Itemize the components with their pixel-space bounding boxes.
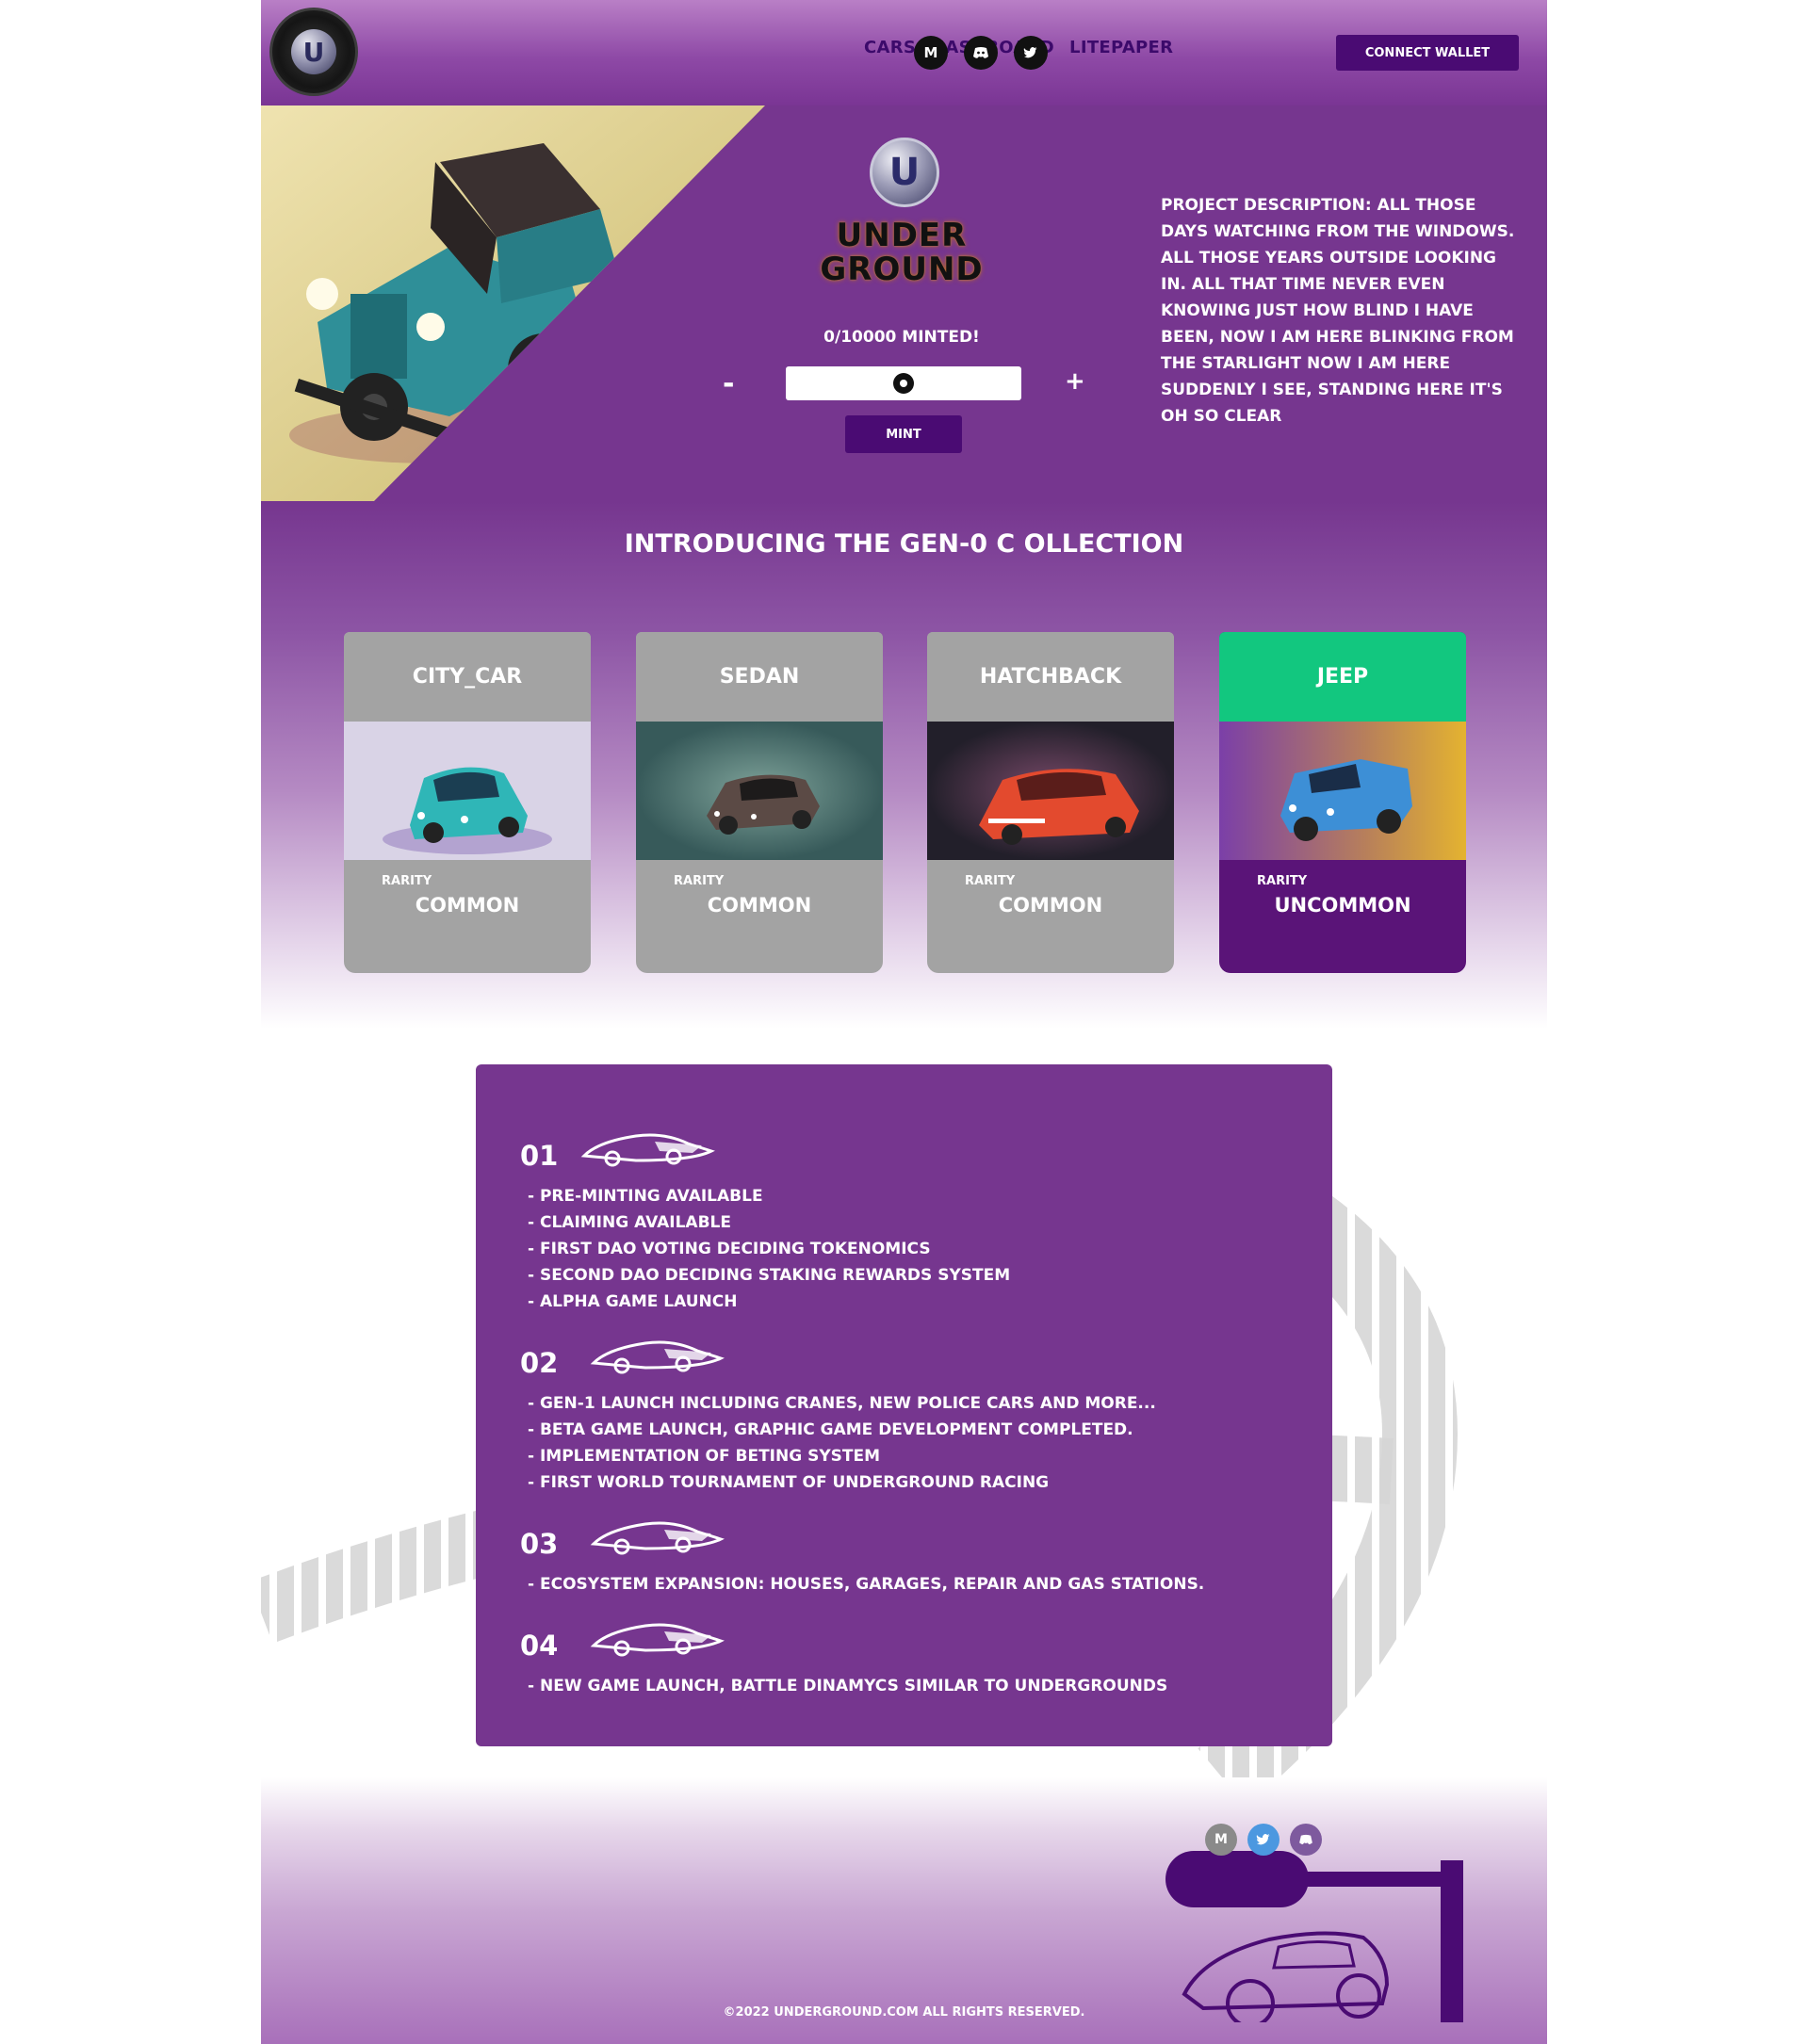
phase-item: - FIRST DAO VOTING DECIDING TOKENOMICS [528, 1240, 931, 1258]
phase-items: - GEN-1 LAUNCH INCLUDING CRANES, NEW POL… [528, 1390, 1156, 1496]
phase-item: - PRE-MINTING AVAILABLE [528, 1187, 763, 1206]
phase-number: 01 [520, 1140, 559, 1172]
mint-button[interactable]: MINT [845, 415, 962, 453]
race-car-icon [590, 1623, 725, 1657]
card-title: HATCHBACK [927, 632, 1174, 722]
footer-twitter-glyph [1256, 1834, 1270, 1845]
rarity-value: COMMON [998, 894, 1103, 917]
twitter-glyph [1023, 47, 1037, 58]
copyright-text: ©2022 UNDERGROUND.COM ALL RIGHTS RESERVE… [723, 2005, 1085, 2020]
collection-section: INTRODUCING THE GEN-0 C OLLECTION CITY_C… [261, 501, 1547, 1029]
footer-twitter-icon[interactable] [1247, 1824, 1280, 1856]
phase-number: 02 [520, 1347, 559, 1379]
medium-glyph: M [923, 44, 938, 61]
race-car-icon [590, 1340, 725, 1374]
collection-title: INTRODUCING THE GEN-0 C OLLECTION [624, 529, 1184, 559]
connect-wallet-button[interactable]: CONNECT WALLET [1336, 35, 1519, 71]
phase-item: - IMPLEMENTATION OF BETING SYSTEM [528, 1447, 881, 1466]
phase-item: - CLAIMING AVAILABLE [528, 1213, 731, 1232]
discord-glyph [973, 47, 988, 58]
rarity-value: COMMON [415, 894, 520, 917]
discord-icon[interactable] [964, 36, 998, 70]
phase-item: - NEW GAME LAUNCH, BATTLE DINAMYCS SIMIL… [528, 1677, 1168, 1695]
hero-section: U UNDER GROUND 0/10000 MINTED! - + MINT … [261, 105, 1547, 501]
phase-items: - NEW GAME LAUNCH, BATTLE DINAMYCS SIMIL… [528, 1673, 1167, 1699]
phase-item: - ALPHA GAME LAUNCH [528, 1292, 738, 1311]
rarity-label: RARITY [1257, 874, 1308, 888]
medium-icon[interactable]: M [914, 36, 948, 70]
footer-medium-icon[interactable]: M [1205, 1824, 1237, 1856]
brand-wordmark: UNDER GROUND [807, 219, 996, 286]
phase-items: - PRE-MINTING AVAILABLE - CLAIMING AVAIL… [528, 1183, 1010, 1315]
site-logo[interactable]: U [269, 8, 358, 96]
brand-word-ground: GROUND [820, 251, 984, 288]
phase-item: - BETA GAME LAUNCH, GRAPHIC GAME DEVELOP… [528, 1420, 1133, 1439]
race-car-icon [590, 1521, 725, 1555]
logo-emblem: U [291, 29, 336, 74]
car-card-city-car[interactable]: CITY_CAR RARITY COMMON [344, 632, 591, 973]
brand-emblem: U [870, 138, 939, 207]
phase-item: - GEN-1 LAUNCH INCLUDING CRANES, NEW POL… [528, 1394, 1156, 1413]
twitter-icon[interactable] [1014, 36, 1048, 70]
phase-number: 04 [520, 1630, 559, 1662]
phase-item: - ECOSYSTEM EXPANSION: HOUSES, GARAGES, … [528, 1575, 1205, 1594]
project-description: PROJECT DESCRIPTION: ALL THOSE DAYS WATC… [1161, 196, 1515, 426]
footer-discord-glyph [1299, 1834, 1312, 1844]
quantity-indicator [893, 373, 914, 394]
minted-counter: 0/10000 MINTED! [823, 328, 980, 347]
car-image [636, 722, 883, 860]
hero-car-image [261, 105, 765, 501]
car-image [344, 722, 591, 860]
phase-number: 03 [520, 1528, 559, 1560]
car-card-hatchback[interactable]: HATCHBACK RARITY COMMON [927, 632, 1174, 973]
card-title: CITY_CAR [344, 632, 591, 722]
decrement-button[interactable]: - [723, 367, 734, 400]
card-title: SEDAN [636, 632, 883, 722]
brand-word-under: UNDER [836, 217, 968, 254]
phase-item: - SECOND DAO DECIDING STAKING REWARDS SY… [528, 1266, 1011, 1285]
mint-quantity-field[interactable] [786, 366, 1021, 400]
page: U CARS DASHBOARD LITEPAPER M CONNECT WAL… [261, 0, 1547, 2044]
rarity-label: RARITY [382, 874, 432, 888]
nav-cars[interactable]: CARS [864, 38, 916, 57]
rarity-label: RARITY [674, 874, 725, 888]
header: U CARS DASHBOARD LITEPAPER M CONNECT WAL… [261, 0, 1547, 105]
car-card-jeep[interactable]: JEEP RARITY UNCOMMON [1219, 632, 1466, 973]
footer: M ©2022 UNDERGROUND.COM ALL RIGHTS RESER… [261, 1777, 1547, 2044]
nav-litepaper[interactable]: LITEPAPER [1069, 38, 1173, 57]
car-image [927, 722, 1174, 860]
roadmap-panel: 01 - PRE-MINTING AVAILABLE - CLAIMING AV… [476, 1064, 1332, 1746]
card-title: JEEP [1219, 632, 1466, 722]
rarity-value: COMMON [707, 894, 812, 917]
car-image [1219, 722, 1466, 860]
car-card-sedan[interactable]: SEDAN RARITY COMMON [636, 632, 883, 973]
footer-discord-icon[interactable] [1290, 1824, 1322, 1856]
rarity-label: RARITY [965, 874, 1016, 888]
rarity-value: UNCOMMON [1274, 894, 1411, 917]
phase-item: - FIRST WORLD TOURNAMENT OF UNDERGROUND … [528, 1473, 1050, 1492]
phase-items: - ECOSYSTEM EXPANSION: HOUSES, GARAGES, … [528, 1571, 1204, 1598]
race-car-icon [580, 1133, 715, 1167]
increment-button[interactable]: + [1065, 367, 1085, 396]
